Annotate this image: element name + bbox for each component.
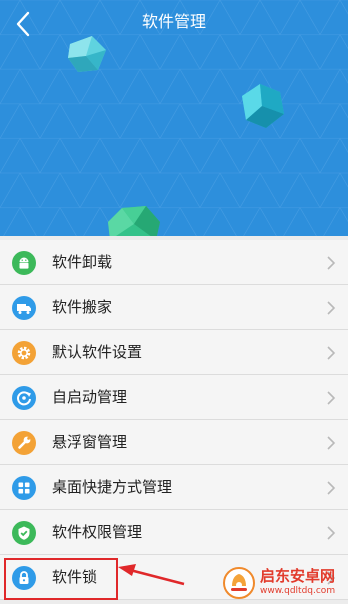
site-watermark: 启东安卓网 www.qdltdq.com xyxy=(222,566,346,602)
menu-item-label: 软件权限管理 xyxy=(52,523,143,541)
software-management-screen: 软件管理 软件卸载 软件搬家 默认软件设置 自启动管理 悬浮窗管理 桌面快捷方式… xyxy=(0,0,348,604)
menu-item-label: 自启动管理 xyxy=(52,388,128,406)
menu-list: 软件卸载 软件搬家 默认软件设置 自启动管理 悬浮窗管理 桌面快捷方式管理 软件… xyxy=(0,240,348,600)
chevron-right-icon xyxy=(327,346,336,360)
banner-background xyxy=(0,0,348,236)
menu-item-uninstall[interactable]: 软件卸载 xyxy=(0,240,348,285)
watermark-url: www.qdltdq.com xyxy=(260,586,336,596)
menu-item-label: 软件卸载 xyxy=(52,253,113,271)
menu-item-autostart[interactable]: 自启动管理 xyxy=(0,375,348,420)
menu-item-label: 桌面快捷方式管理 xyxy=(52,478,173,496)
menu-item-permissions[interactable]: 软件权限管理 xyxy=(0,510,348,555)
chevron-right-icon xyxy=(327,481,336,495)
power-refresh-icon xyxy=(12,386,36,410)
header-banner: 软件管理 xyxy=(0,0,348,236)
wrench-icon xyxy=(12,431,36,455)
android-icon xyxy=(12,251,36,275)
menu-item-move-apps[interactable]: 软件搬家 xyxy=(0,285,348,330)
menu-item-label: 软件搬家 xyxy=(52,298,113,316)
chevron-right-icon xyxy=(327,391,336,405)
watermark-name: 启东安卓网 xyxy=(260,567,336,585)
menu-item-floating-window[interactable]: 悬浮窗管理 xyxy=(0,420,348,465)
menu-item-default-apps[interactable]: 默认软件设置 xyxy=(0,330,348,375)
menu-item-desktop-shortcuts[interactable]: 桌面快捷方式管理 xyxy=(0,465,348,510)
menu-item-label: 默认软件设置 xyxy=(52,343,143,361)
truck-icon xyxy=(12,296,36,320)
page-title: 软件管理 xyxy=(141,12,206,31)
chevron-right-icon xyxy=(327,436,336,450)
grid-icon xyxy=(12,476,36,500)
highlight-annotation-box xyxy=(4,558,118,600)
shield-check-icon xyxy=(12,521,36,545)
chevron-right-icon xyxy=(327,301,336,315)
gear-icon xyxy=(12,341,36,365)
watermark-logo xyxy=(223,567,255,599)
chevron-right-icon xyxy=(327,256,336,270)
chevron-right-icon xyxy=(327,526,336,540)
menu-item-label: 悬浮窗管理 xyxy=(52,433,128,451)
annotation-arrow xyxy=(118,564,185,586)
